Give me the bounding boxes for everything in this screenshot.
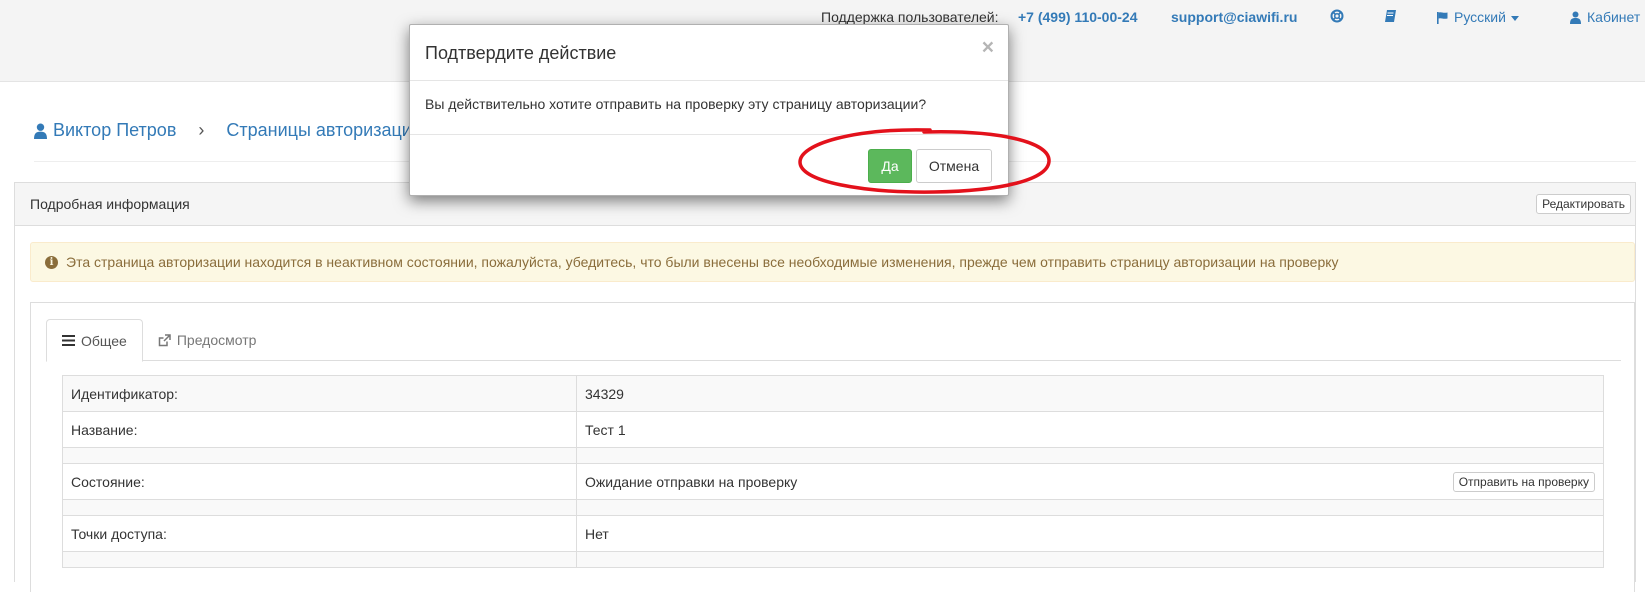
panel-title: Подробная информация <box>30 196 190 212</box>
id-value: 34329 <box>576 375 1604 412</box>
state-cell: Ожидание отправки на проверку Отправить … <box>576 463 1604 500</box>
tab-container: Общее Предосмотр Идентификатор: 34329 На… <box>30 302 1635 592</box>
list-icon <box>62 335 75 346</box>
alert-text: Эта страница авторизации находится в неа… <box>66 254 1339 270</box>
support-label: Поддержка пользователей: <box>821 9 999 25</box>
name-value: Тест 1 <box>576 411 1604 448</box>
flag-icon <box>1437 11 1448 24</box>
modal-footer: Да Отмена <box>410 135 1008 197</box>
table-spacer-row <box>62 447 1604 464</box>
close-icon[interactable]: × <box>982 37 994 58</box>
external-link-icon <box>158 333 171 346</box>
table-row: Точки доступа: Нет <box>62 515 1604 552</box>
edit-button[interactable]: Редактировать <box>1536 194 1631 214</box>
tab-general[interactable]: Общее <box>46 319 143 362</box>
tab-general-label: Общее <box>81 332 127 349</box>
table-spacer-row <box>62 499 1604 516</box>
name-label: Название: <box>62 411 577 448</box>
support-email-link[interactable]: support@ciawifi.ru <box>1171 9 1297 25</box>
modal-title: Подтвердите действие <box>425 43 617 63</box>
cabinet-label: Кабинет <box>1587 9 1641 25</box>
breadcrumb-user-label: Виктор Петров <box>53 120 177 140</box>
info-circle-icon: i <box>45 255 58 269</box>
confirm-dialog: Подтвердите действие × Вы действительно … <box>409 24 1009 196</box>
cabinet-link[interactable]: Кабинет <box>1570 9 1640 25</box>
tab-preview-label: Предосмотр <box>176 332 257 348</box>
book-icon[interactable] <box>1384 9 1397 26</box>
breadcrumb-section-link[interactable]: Страницы авторизации <box>226 120 422 141</box>
cancel-button[interactable]: Отмена <box>916 149 992 183</box>
support-phone-link[interactable]: +7 (499) 110-00-24 <box>1018 9 1137 25</box>
user-icon <box>34 123 47 139</box>
access-points-value: Нет <box>576 515 1604 552</box>
language-label: Русский <box>1454 9 1506 25</box>
language-dropdown[interactable]: Русский <box>1436 9 1519 25</box>
id-label: Идентификатор: <box>62 375 577 412</box>
table-row: Идентификатор: 34329 <box>62 375 1604 412</box>
confirm-yes-button[interactable]: Да <box>868 149 912 183</box>
tab-bar: Общее Предосмотр <box>46 319 1621 362</box>
modal-header: Подтвердите действие × <box>410 25 1008 81</box>
access-points-label: Точки доступа: <box>62 515 577 552</box>
caret-down-icon <box>1510 15 1519 21</box>
tab-preview[interactable]: Предосмотр <box>143 319 272 361</box>
details-panel: Подробная информация Редактировать i Эта… <box>14 182 1636 592</box>
breadcrumb-user-link[interactable]: Виктор Петров <box>34 120 176 141</box>
details-table: Идентификатор: 34329 Название: Тест 1 Со… <box>62 375 1604 568</box>
inactive-warning-alert: i Эта страница авторизации находится в н… <box>30 242 1635 282</box>
state-label: Состояние: <box>62 463 577 500</box>
breadcrumb-separator: › <box>198 120 205 140</box>
table-row: Состояние: Ожидание отправки на проверку… <box>62 463 1604 500</box>
table-row: Название: Тест 1 <box>62 411 1604 448</box>
modal-body: Вы действительно хотите отправить на про… <box>410 81 1008 135</box>
lifebuoy-icon[interactable] <box>1330 9 1344 26</box>
state-value: Ожидание отправки на проверку <box>585 473 798 490</box>
breadcrumb: Виктор Петров › Страницы авторизации <box>34 120 422 141</box>
table-spacer-row <box>62 551 1604 568</box>
submit-for-review-button[interactable]: Отправить на проверку <box>1452 471 1595 492</box>
user-icon <box>1570 11 1581 24</box>
